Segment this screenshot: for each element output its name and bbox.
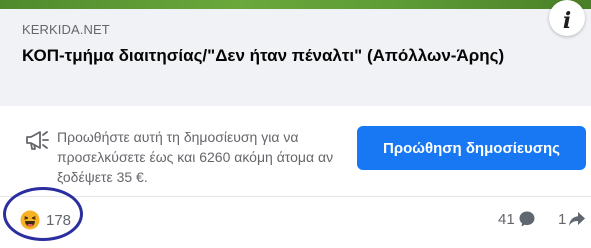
- boost-post-button[interactable]: Προώθηση δημοσίευσης: [357, 126, 586, 170]
- comments-count: 41: [498, 210, 515, 228]
- boost-section: Προωθήστε αυτή τη δημοσίευση για να προσ…: [0, 106, 591, 196]
- link-domain: KERKIDA.NET: [22, 22, 110, 37]
- info-icon: i: [562, 8, 572, 34]
- reactions-bar: 178 41 1: [0, 196, 591, 248]
- shares-summary[interactable]: 1: [558, 210, 586, 228]
- highlight-annotation-circle: [3, 187, 83, 241]
- boost-description: Προωθήστε αυτή τη δημοσίευση για να προσ…: [57, 129, 334, 185]
- link-image-strip[interactable]: [0, 0, 591, 9]
- comment-icon: [519, 211, 535, 227]
- comments-summary[interactable]: 41: [498, 210, 536, 228]
- link-title[interactable]: ΚΟΠ-τμήμα διαιτησίας/"Δεν ήταν πέναλτι" …: [22, 43, 552, 68]
- megaphone-icon: [26, 131, 49, 150]
- info-button[interactable]: i: [549, 0, 585, 36]
- share-icon: [569, 212, 586, 226]
- link-preview[interactable]: KERKIDA.NET ΚΟΠ-τμήμα διαιτησίας/"Δεν ήτ…: [0, 0, 591, 107]
- shares-count: 1: [558, 210, 567, 228]
